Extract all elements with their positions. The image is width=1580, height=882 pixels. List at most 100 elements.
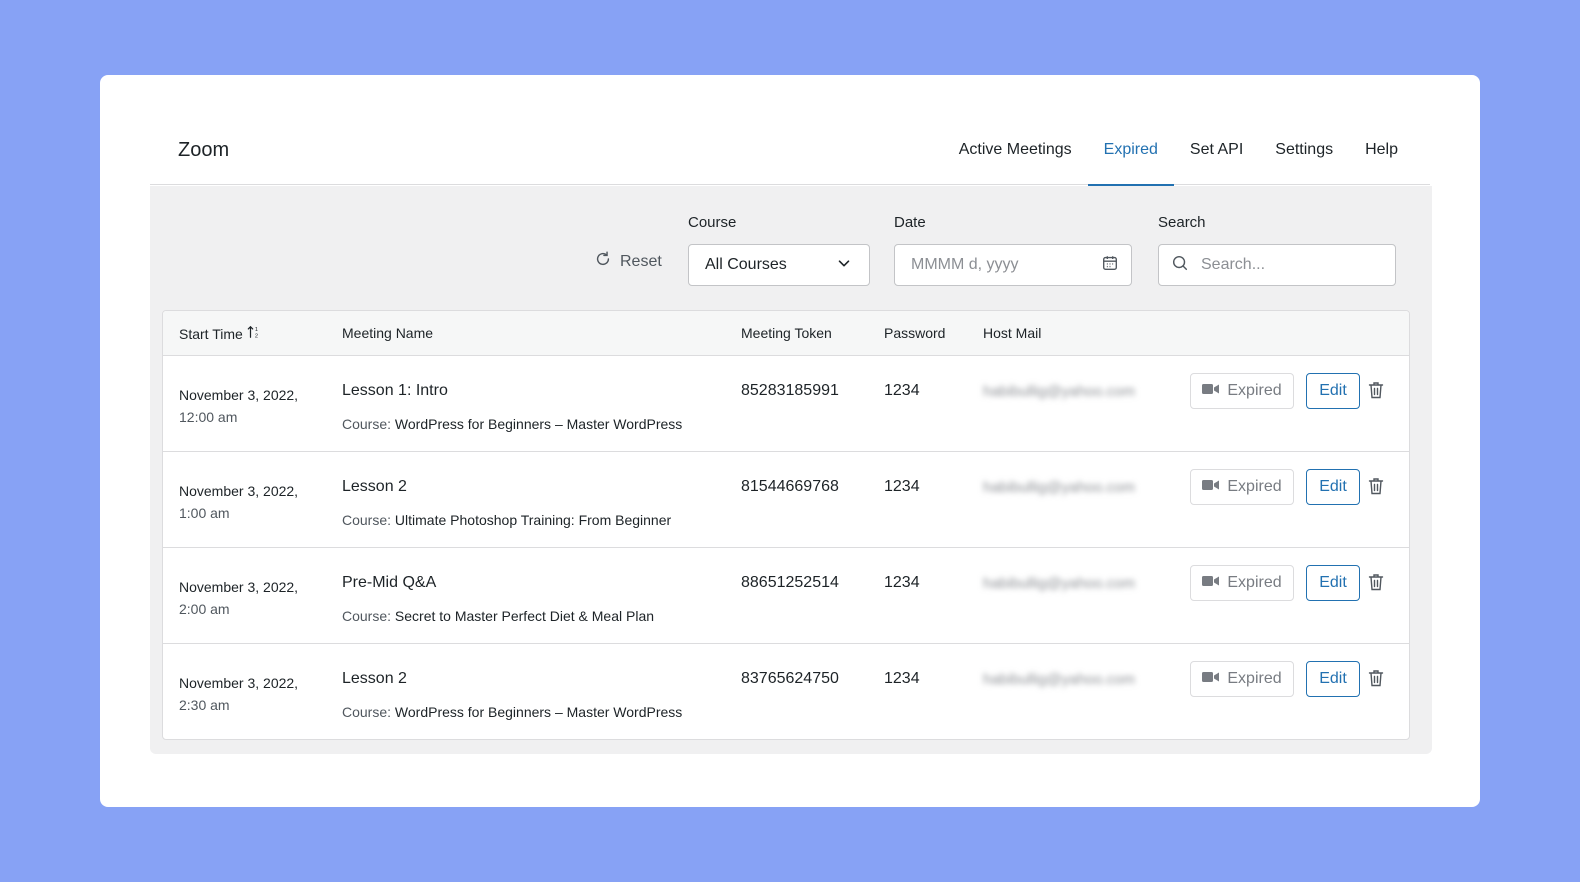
meeting-token: 81544669768 xyxy=(741,478,839,495)
table-row: November 3, 2022, 2:30 am Lesson 2 Cours… xyxy=(163,644,1409,739)
start-time: 2:00 am xyxy=(179,601,230,617)
edit-button[interactable]: Edit xyxy=(1306,469,1360,505)
course-prefix: Course: xyxy=(342,608,392,624)
tab-bar: Active Meetings Expired Set API Settings… xyxy=(943,115,1414,186)
table-header: Start Time 12 Meeting Name Meeting Token… xyxy=(163,311,1409,356)
date-input[interactable]: MMMM d, yyyy xyxy=(894,244,1132,286)
expired-button[interactable]: Expired xyxy=(1190,661,1294,697)
expired-label: Expired xyxy=(1227,382,1282,399)
meeting-password: 1234 xyxy=(884,574,920,591)
expired-button[interactable]: Expired xyxy=(1190,565,1294,601)
start-time: 12:00 am xyxy=(179,409,238,425)
course-name: Ultimate Photoshop Training: From Beginn… xyxy=(394,512,672,528)
reset-button[interactable]: Reset xyxy=(594,250,662,273)
course-select[interactable]: All Courses xyxy=(688,244,870,286)
expired-button[interactable]: Expired xyxy=(1190,373,1294,409)
meeting-token: 85283185991 xyxy=(741,382,839,399)
video-camera-icon xyxy=(1202,574,1220,592)
host-mail: habibullig@yahoo.com xyxy=(983,479,1135,496)
meeting-name: Lesson 1: Intro xyxy=(342,382,448,399)
refresh-icon xyxy=(594,250,612,273)
course-prefix: Course: xyxy=(342,416,392,432)
meeting-password: 1234 xyxy=(884,478,920,495)
expired-label: Expired xyxy=(1227,478,1282,495)
meeting-password: 1234 xyxy=(884,382,920,399)
start-date: November 3, 2022, xyxy=(179,483,299,499)
expired-label: Expired xyxy=(1227,670,1282,687)
edit-button[interactable]: Edit xyxy=(1306,661,1360,697)
expired-label: Expired xyxy=(1227,574,1282,591)
meeting-course: Course: WordPress for Beginners – Master… xyxy=(342,704,682,720)
search-placeholder: Search... xyxy=(1201,256,1266,273)
start-date: November 3, 2022, xyxy=(179,387,299,403)
tab-expired[interactable]: Expired xyxy=(1087,115,1175,186)
meeting-course: Course: Secret to Master Perfect Diet & … xyxy=(342,608,654,624)
host-mail: habibullig@yahoo.com xyxy=(983,671,1135,688)
svg-text:2: 2 xyxy=(255,333,258,339)
meeting-password: 1234 xyxy=(884,670,920,687)
meetings-table: Start Time 12 Meeting Name Meeting Token… xyxy=(162,310,1410,740)
meeting-token: 88651252514 xyxy=(741,574,839,591)
trash-icon xyxy=(1368,382,1384,403)
date-input-placeholder: MMMM d, yyyy xyxy=(911,256,1019,273)
course-select-value: All Courses xyxy=(705,256,787,273)
course-name: WordPress for Beginners – Master WordPre… xyxy=(394,704,683,720)
course-name: WordPress for Beginners – Master WordPre… xyxy=(394,416,683,432)
course-prefix: Course: xyxy=(342,512,392,528)
start-time-cell: November 3, 2022, 2:30 am xyxy=(179,672,298,716)
svg-text:1: 1 xyxy=(255,327,258,333)
host-mail: habibullig@yahoo.com xyxy=(983,575,1135,592)
tab-active-meetings[interactable]: Active Meetings xyxy=(943,115,1088,185)
tab-help[interactable]: Help xyxy=(1349,115,1414,185)
start-time-cell: November 3, 2022, 12:00 am xyxy=(179,384,298,428)
column-meeting-token: Meeting Token xyxy=(741,325,832,341)
host-mail: habibullig@yahoo.com xyxy=(983,383,1135,400)
edit-button[interactable]: Edit xyxy=(1306,373,1360,409)
tab-settings[interactable]: Settings xyxy=(1259,115,1349,185)
course-name: Secret to Master Perfect Diet & Meal Pla… xyxy=(394,608,655,624)
search-icon xyxy=(1171,254,1189,277)
meeting-name: Lesson 2 xyxy=(342,478,407,495)
column-password: Password xyxy=(884,325,946,341)
meeting-token: 83765624750 xyxy=(741,670,839,687)
content-panel: Course Date Search Reset All Courses MMM… xyxy=(150,186,1432,754)
tab-set-api[interactable]: Set API xyxy=(1174,115,1259,185)
edit-button[interactable]: Edit xyxy=(1306,565,1360,601)
video-camera-icon xyxy=(1202,670,1220,688)
app-title: Zoom xyxy=(178,139,230,161)
column-meeting-name: Meeting Name xyxy=(342,325,434,341)
delete-button[interactable] xyxy=(1368,669,1386,689)
video-camera-icon xyxy=(1202,382,1220,400)
course-filter-label: Course xyxy=(688,214,737,231)
expired-button[interactable]: Expired xyxy=(1190,469,1294,505)
sort-icon[interactable]: 12 xyxy=(247,325,261,342)
column-host-mail: Host Mail xyxy=(983,325,1042,341)
table-row: November 3, 2022, 1:00 am Lesson 2 Cours… xyxy=(163,452,1409,548)
table-row: November 3, 2022, 2:00 am Pre-Mid Q&A Co… xyxy=(163,548,1409,644)
search-input[interactable]: Search... xyxy=(1158,244,1396,286)
delete-button[interactable] xyxy=(1368,573,1386,593)
meeting-course: Course: WordPress for Beginners – Master… xyxy=(342,416,682,432)
start-time-cell: November 3, 2022, 1:00 am xyxy=(179,480,298,524)
start-time: 2:30 am xyxy=(179,697,230,713)
header: Zoom Active Meetings Expired Set API Set… xyxy=(150,115,1430,186)
video-camera-icon xyxy=(1202,478,1220,496)
column-start-time[interactable]: Start Time 12 xyxy=(179,325,261,342)
delete-button[interactable] xyxy=(1368,477,1386,497)
reset-label: Reset xyxy=(620,252,662,270)
start-time-cell: November 3, 2022, 2:00 am xyxy=(179,576,298,620)
calendar-icon[interactable] xyxy=(1101,254,1119,277)
chevron-down-icon xyxy=(835,254,853,277)
course-prefix: Course: xyxy=(342,704,392,720)
date-filter-label: Date xyxy=(894,214,926,231)
start-date: November 3, 2022, xyxy=(179,579,299,595)
trash-icon xyxy=(1368,478,1384,499)
column-start-time-label: Start Time xyxy=(179,325,243,342)
search-filter-label: Search xyxy=(1158,214,1206,231)
trash-icon xyxy=(1368,670,1384,691)
start-date: November 3, 2022, xyxy=(179,675,299,691)
trash-icon xyxy=(1368,574,1384,595)
start-time: 1:00 am xyxy=(179,505,230,521)
table-row: November 3, 2022, 12:00 am Lesson 1: Int… xyxy=(163,356,1409,452)
delete-button[interactable] xyxy=(1368,381,1386,401)
